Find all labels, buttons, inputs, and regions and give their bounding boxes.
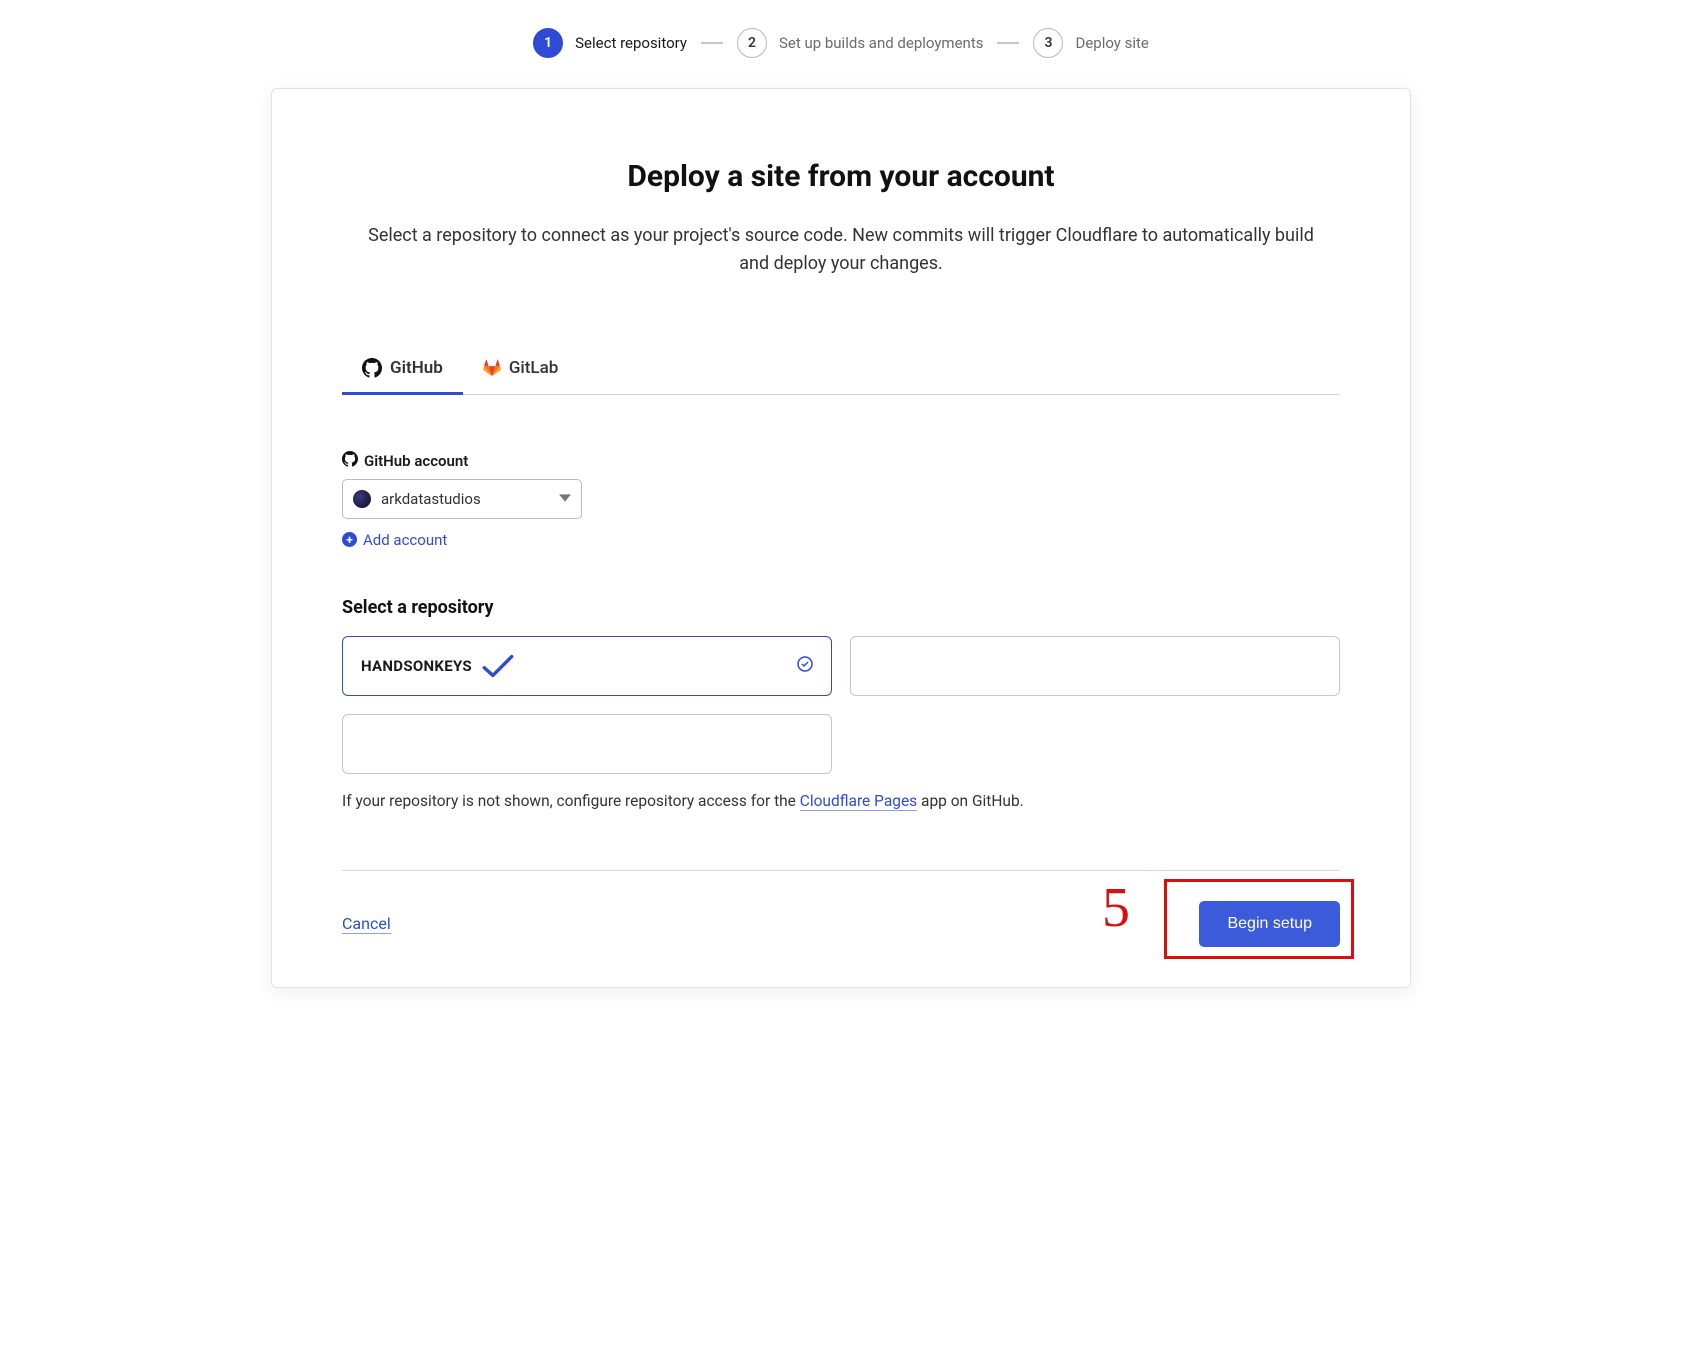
add-account-link[interactable]: + Add account (342, 531, 1340, 549)
check-annotation-icon (480, 654, 516, 678)
step-2: 2 Set up builds and deployments (737, 28, 984, 58)
cancel-link[interactable]: Cancel (342, 914, 391, 934)
avatar (353, 490, 371, 508)
step-3-label: Deploy site (1075, 34, 1148, 52)
step-divider (701, 42, 723, 44)
github-account-label-text: GitHub account (364, 452, 468, 470)
tab-gitlab-label: GitLab (509, 358, 558, 378)
github-icon (362, 358, 382, 378)
begin-setup-button[interactable]: Begin setup (1199, 901, 1340, 947)
repository-grid: HANDSONKEYS (342, 636, 1340, 774)
step-1: 1 Select repository (533, 28, 687, 58)
gitlab-icon (483, 359, 501, 377)
select-repository-heading: Select a repository (342, 597, 1340, 618)
main-card: Deploy a site from your account Select a… (271, 88, 1411, 988)
github-account-label: GitHub account (342, 451, 1340, 471)
step-1-circle: 1 (533, 28, 563, 58)
plus-circle-icon: + (342, 532, 357, 547)
github-icon (342, 451, 358, 471)
step-2-label: Set up builds and deployments (779, 34, 984, 52)
step-1-label: Select repository (575, 34, 687, 52)
github-account-value: arkdatastudios (381, 490, 481, 508)
selected-check-icon (797, 656, 813, 676)
help-suffix: app on GitHub. (917, 792, 1024, 810)
annotation-step-number: 5 (1102, 876, 1130, 940)
add-account-label: Add account (363, 531, 447, 549)
provider-tabs: GitHub GitLab (342, 348, 1340, 395)
footer-actions: Cancel Begin setup 5 (342, 901, 1340, 947)
tab-github-label: GitHub (390, 358, 443, 378)
tab-github[interactable]: GitHub (342, 348, 463, 395)
page-title: Deploy a site from your account (342, 159, 1340, 194)
repo-name: HANDSONKEYS (361, 657, 472, 675)
tab-gitlab[interactable]: GitLab (463, 348, 578, 395)
progress-stepper: 1 Select repository 2 Set up builds and … (0, 0, 1682, 78)
page-subtitle: Select a repository to connect as your p… (361, 222, 1321, 278)
help-prefix: If your repository is not shown, configu… (342, 792, 800, 810)
repository-help-text: If your repository is not shown, configu… (342, 792, 1340, 810)
chevron-down-icon (559, 489, 571, 508)
cloudflare-pages-link[interactable]: Cloudflare Pages (800, 792, 917, 811)
repo-option-empty-1[interactable] (850, 636, 1340, 696)
step-divider (997, 42, 1019, 44)
footer-divider (342, 870, 1340, 871)
step-3-circle: 3 (1033, 28, 1063, 58)
github-account-select[interactable]: arkdatastudios (342, 479, 582, 519)
step-3: 3 Deploy site (1033, 28, 1148, 58)
repo-option-empty-2[interactable] (342, 714, 832, 774)
repo-option-handsonkeys[interactable]: HANDSONKEYS (342, 636, 832, 696)
step-2-circle: 2 (737, 28, 767, 58)
